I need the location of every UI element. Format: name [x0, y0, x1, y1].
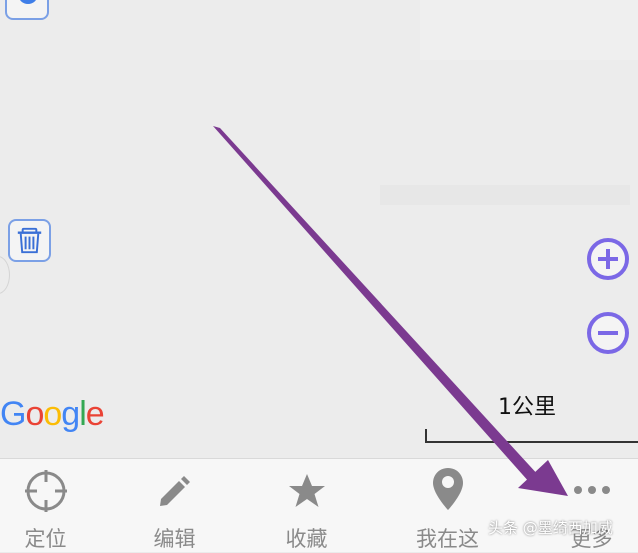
watermark: 头条 @墨绮西加威 [488, 519, 613, 537]
google-letter: e [85, 395, 105, 433]
google-letter: G [0, 395, 26, 433]
crosshair-icon [24, 470, 67, 512]
tab-more[interactable]: 更多 [528, 459, 638, 552]
scale-label: 1公里 [498, 395, 556, 420]
scale-bar [425, 429, 638, 443]
tab-label: 收藏 [285, 527, 328, 551]
google-letter: g [61, 395, 80, 433]
map-pin-icon [432, 468, 463, 510]
tab-i-am-here[interactable]: 我在这 [384, 459, 511, 552]
google-letter: o [25, 395, 44, 433]
more-dots-icon [573, 486, 610, 494]
google-logo: Google [0, 395, 105, 433]
tab-edit[interactable]: 编辑 [111, 459, 238, 552]
map-tile-shade [420, 0, 638, 60]
map-tile-shade [380, 185, 630, 205]
tab-locate[interactable]: 定位 [0, 459, 109, 552]
delete-button[interactable] [8, 219, 51, 262]
zoom-in-button[interactable] [586, 237, 630, 281]
tab-label: 编辑 [153, 527, 196, 551]
layer-control-button[interactable] [5, 0, 49, 20]
zoom-out-button[interactable] [586, 311, 630, 355]
star-icon [288, 474, 325, 507]
plus-circle-icon [587, 238, 629, 280]
map-view[interactable]: Google 1公里 [0, 0, 638, 458]
tab-favorites[interactable]: 收藏 [243, 459, 370, 552]
pencil-icon [159, 476, 190, 506]
layer-icon [18, 0, 38, 4]
google-letter: o [43, 395, 62, 433]
minus-circle-icon [587, 312, 629, 354]
tab-label: 定位 [24, 527, 67, 551]
map-edge-marker [0, 256, 10, 294]
trash-icon [17, 227, 42, 254]
